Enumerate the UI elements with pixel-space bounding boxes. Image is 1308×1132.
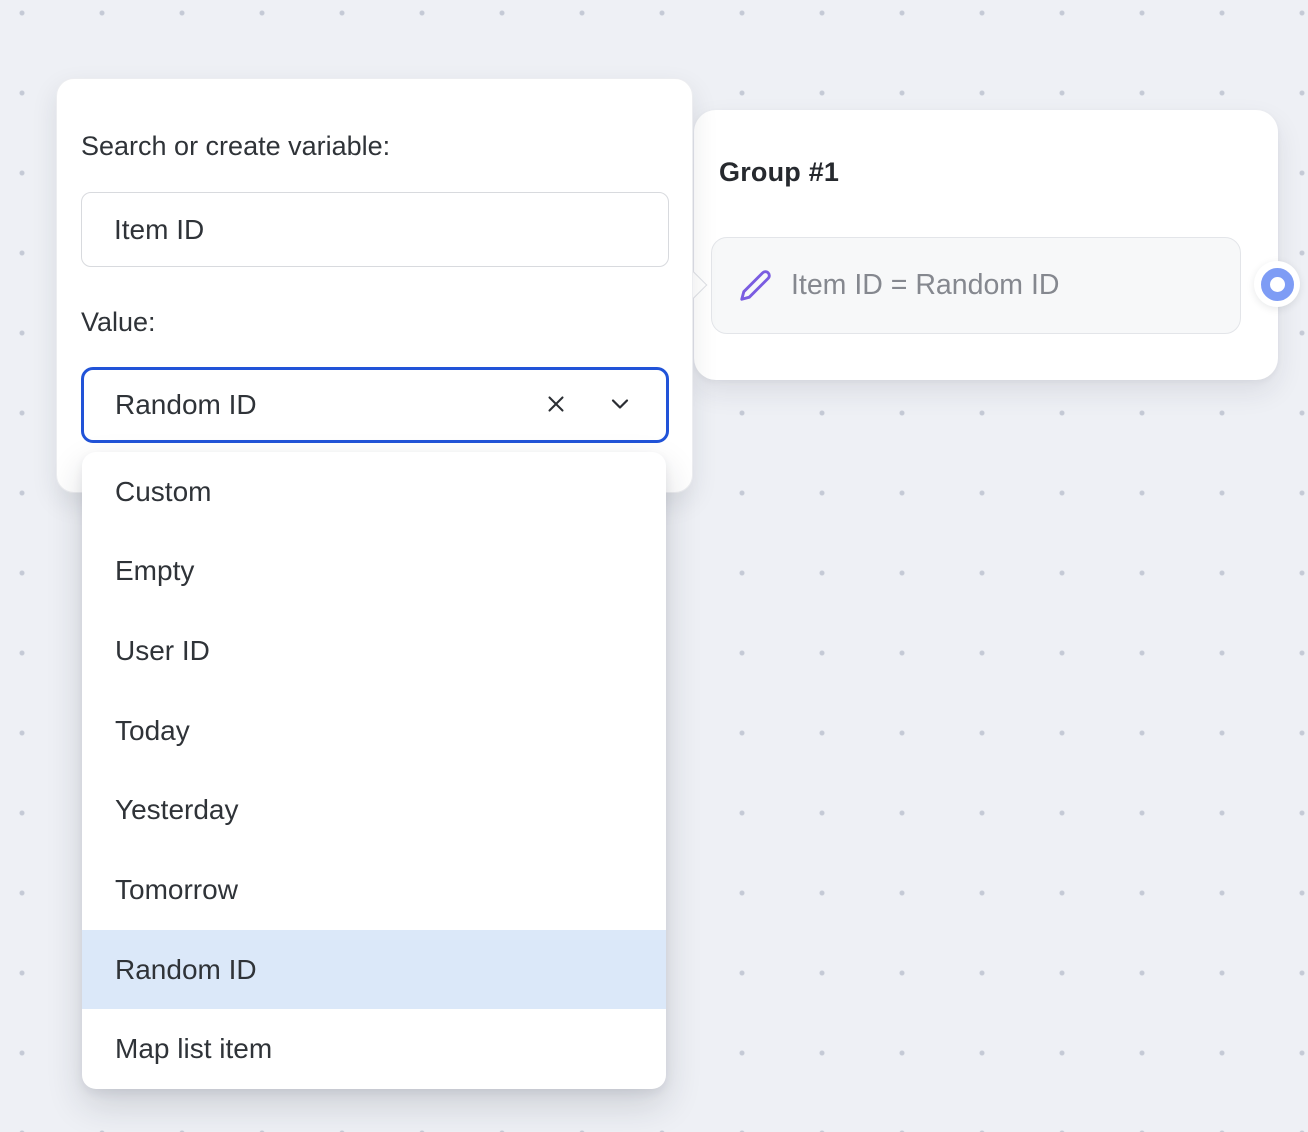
value-select[interactable]: Random ID bbox=[81, 367, 669, 443]
option-custom[interactable]: Custom bbox=[82, 452, 666, 532]
group-card[interactable]: Group #1 Item ID = Random ID bbox=[694, 110, 1278, 380]
variable-name-input[interactable] bbox=[81, 192, 669, 267]
pencil-icon bbox=[738, 269, 772, 303]
option-map-list-item[interactable]: Map list item bbox=[82, 1009, 666, 1089]
option-tomorrow[interactable]: Tomorrow bbox=[82, 850, 666, 930]
group-card-title: Group #1 bbox=[719, 157, 839, 188]
value-options-dropdown: Custom Empty User ID Today Yesterday Tom… bbox=[82, 452, 666, 1089]
option-today[interactable]: Today bbox=[82, 691, 666, 771]
connector-port[interactable] bbox=[1254, 261, 1300, 307]
clear-value-button[interactable] bbox=[536, 385, 576, 425]
value-select-current: Random ID bbox=[115, 389, 536, 421]
connector-dot-icon bbox=[1261, 268, 1294, 301]
option-user-id[interactable]: User ID bbox=[82, 611, 666, 691]
condition-text: Item ID = Random ID bbox=[791, 269, 1059, 302]
option-empty[interactable]: Empty bbox=[82, 532, 666, 612]
condition-item[interactable]: Item ID = Random ID bbox=[711, 237, 1241, 334]
value-label: Value: bbox=[81, 307, 156, 338]
workflow-canvas[interactable]: Group #1 Item ID = Random ID Search or c… bbox=[0, 0, 1308, 1132]
chevron-down-icon bbox=[606, 390, 634, 421]
x-clear-icon bbox=[543, 391, 569, 420]
variable-popup: Search or create variable: Value: Random… bbox=[56, 78, 693, 493]
option-yesterday[interactable]: Yesterday bbox=[82, 771, 666, 851]
open-options-button[interactable] bbox=[600, 385, 640, 425]
option-random-id[interactable]: Random ID bbox=[82, 930, 666, 1010]
search-or-create-label: Search or create variable: bbox=[81, 131, 390, 162]
